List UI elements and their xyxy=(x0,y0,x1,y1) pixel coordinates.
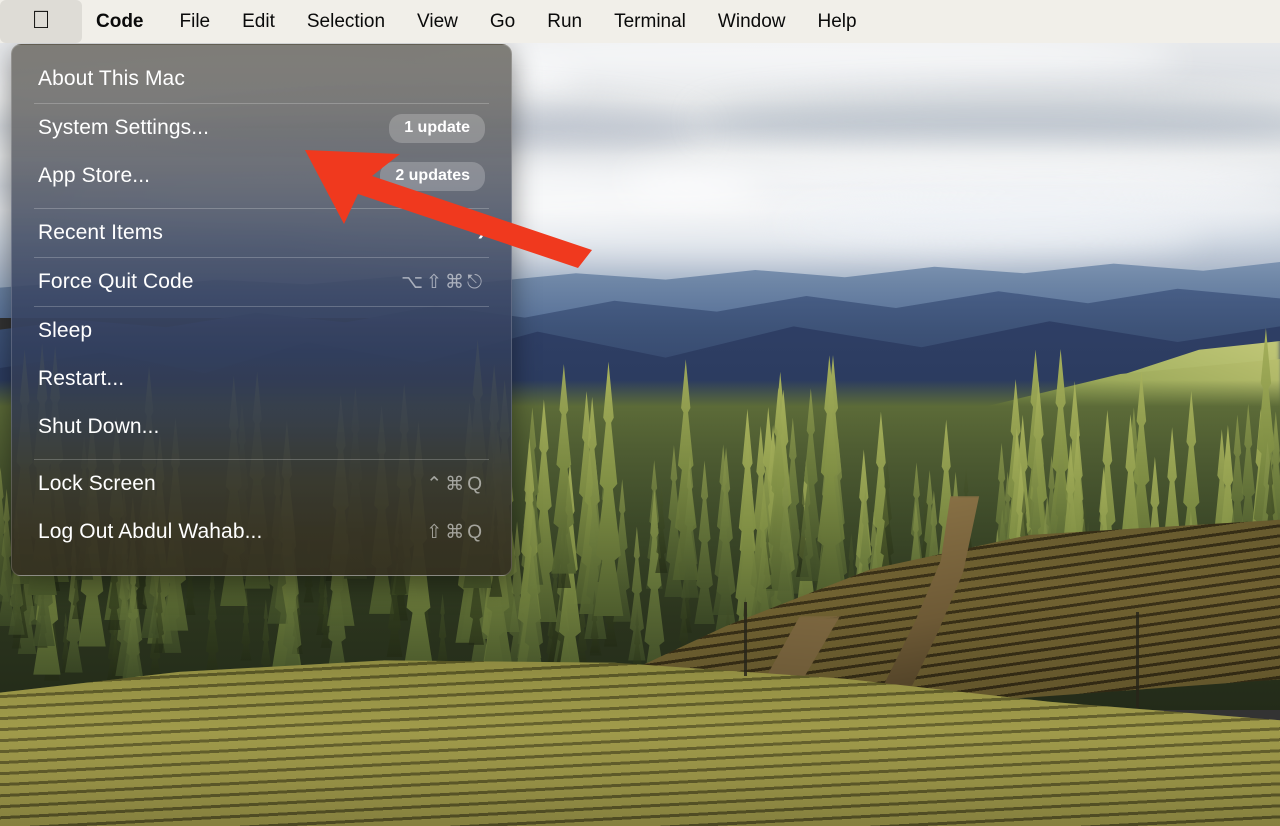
utility-pole xyxy=(1136,612,1139,708)
menubar-item-help[interactable]: Help xyxy=(802,0,873,43)
menubar-item-edit[interactable]: Edit xyxy=(226,0,291,43)
menubar-item-code[interactable]: Code xyxy=(82,0,164,43)
menu-item-app-store[interactable]: App Store... 2 updates xyxy=(12,152,511,200)
macos-menu-bar:  Code File Edit Selection View Go Run T… xyxy=(0,0,1280,43)
cloud-band xyxy=(780,196,1280,242)
chevron-right-icon: › xyxy=(477,220,485,245)
menubar-item-file[interactable]: File xyxy=(164,0,227,43)
utility-pole xyxy=(744,602,747,676)
apple-menu-button[interactable]:  xyxy=(0,0,82,43)
menu-item-label: System Settings... xyxy=(38,116,210,139)
menu-item-label: Force Quit Code xyxy=(38,270,194,293)
menu-item-label: App Store... xyxy=(38,164,151,187)
menu-item-label: Log Out Abdul Wahab... xyxy=(38,520,263,543)
lock-screen-shortcut: ⌃⌘Q xyxy=(426,473,485,495)
system-settings-update-badge: 1 update xyxy=(389,113,485,143)
menu-item-force-quit[interactable]: Force Quit Code ⌥⇧⌘⎋ xyxy=(12,258,511,306)
menu-item-label: Shut Down... xyxy=(38,415,160,438)
conifer-tree xyxy=(204,563,220,679)
menu-item-restart[interactable]: Restart... xyxy=(12,355,511,403)
menu-item-sleep[interactable]: Sleep xyxy=(12,307,511,355)
menu-item-label: Restart... xyxy=(38,367,125,390)
menu-item-log-out[interactable]: Log Out Abdul Wahab... ⇧⌘Q xyxy=(12,508,511,556)
menubar-item-terminal[interactable]: Terminal xyxy=(598,0,702,43)
apple-logo-icon:  xyxy=(32,7,51,33)
menu-item-recent-items[interactable]: Recent Items › xyxy=(12,209,511,257)
force-quit-shortcut: ⌥⇧⌘⎋ xyxy=(401,271,485,293)
app-store-update-badge: 2 updates xyxy=(380,161,485,191)
menu-item-system-settings[interactable]: System Settings... 1 update xyxy=(12,104,511,152)
menu-item-label: Sleep xyxy=(38,319,93,342)
menu-item-lock-screen[interactable]: Lock Screen ⌃⌘Q xyxy=(12,460,511,508)
menu-item-label: About This Mac xyxy=(38,67,185,90)
menubar-item-window[interactable]: Window xyxy=(702,0,802,43)
menu-item-about-this-mac[interactable]: About This Mac xyxy=(12,55,511,103)
log-out-shortcut: ⇧⌘Q xyxy=(426,521,485,543)
menu-item-shut-down[interactable]: Shut Down... xyxy=(12,403,511,451)
menubar-item-go[interactable]: Go xyxy=(474,0,531,43)
menu-item-label: Recent Items xyxy=(38,221,163,244)
menubar-item-selection[interactable]: Selection xyxy=(291,0,401,43)
apple-menu-dropdown: About This Mac System Settings... 1 upda… xyxy=(11,44,512,576)
menubar-item-view[interactable]: View xyxy=(401,0,474,43)
menubar-item-run[interactable]: Run xyxy=(531,0,598,43)
menu-item-label: Lock Screen xyxy=(38,472,156,495)
